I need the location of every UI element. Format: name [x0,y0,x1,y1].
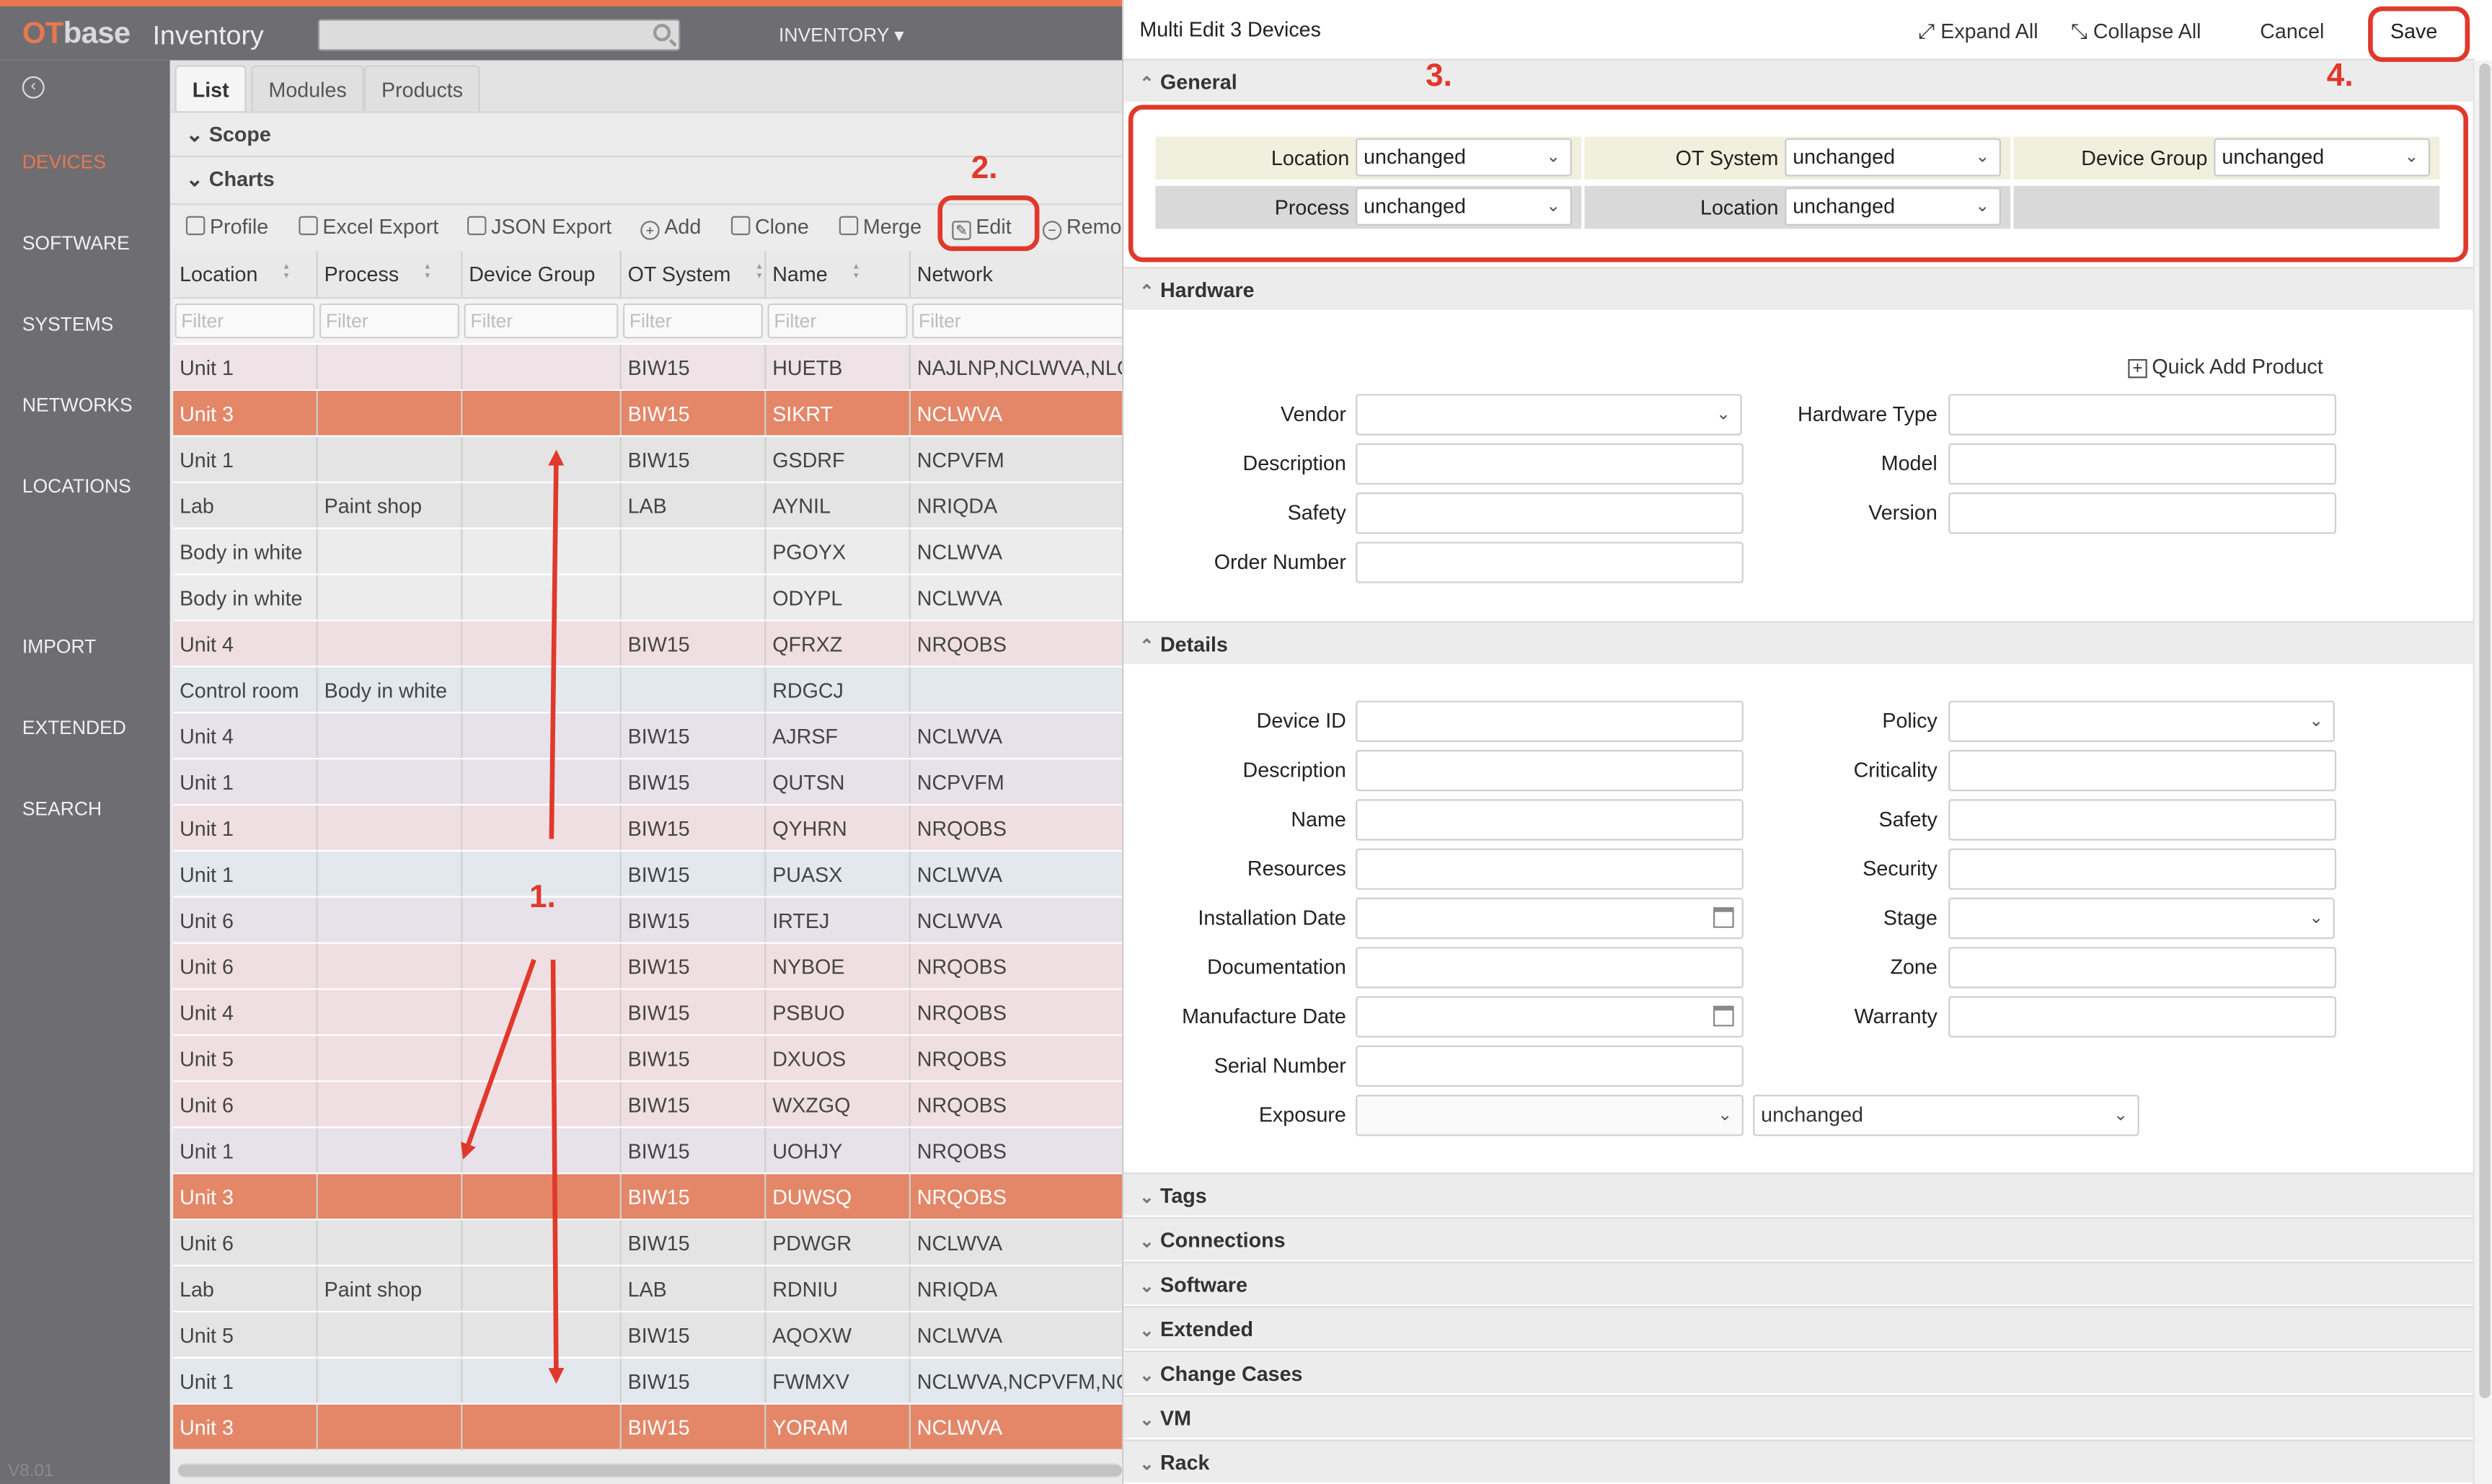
arrow-diagonal [461,958,536,1160]
arrow-up [548,449,565,839]
arrow-down [548,959,565,1384]
annotation-arrows [461,449,565,1384]
